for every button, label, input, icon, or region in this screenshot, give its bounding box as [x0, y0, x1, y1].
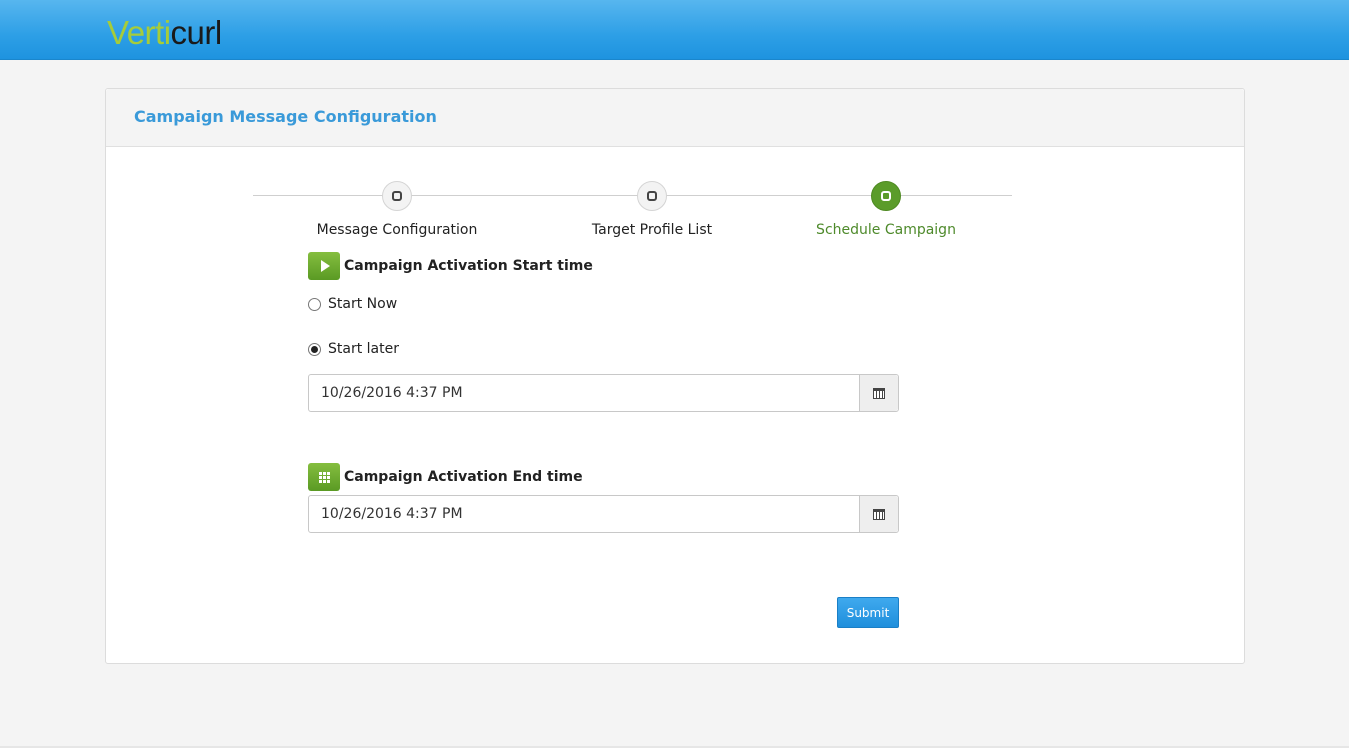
start-calendar-button[interactable] [859, 375, 898, 411]
page-title: Campaign Message Configuration [134, 107, 437, 126]
start-later-option[interactable]: Start later [308, 341, 399, 357]
step-label-target-profile-list[interactable]: Target Profile List [592, 222, 712, 238]
logo-text-part1: Verti [107, 14, 171, 51]
start-now-option[interactable]: Start Now [308, 296, 397, 312]
step-circle-icon [881, 191, 891, 201]
step-2-indicator[interactable] [637, 181, 667, 211]
start-datetime-picker [308, 374, 899, 412]
verticurl-logo[interactable]: Verticurl [107, 13, 222, 53]
start-time-section-header: Campaign Activation Start time [308, 252, 593, 280]
step-label-schedule-campaign[interactable]: Schedule Campaign [816, 222, 956, 238]
play-icon [308, 252, 340, 280]
step-3-indicator[interactable] [871, 181, 901, 211]
start-later-radio[interactable] [308, 342, 321, 356]
step-circle-icon [392, 191, 402, 201]
calendar-icon [873, 387, 885, 399]
grid-icon [308, 463, 340, 491]
start-now-label[interactable]: Start Now [328, 296, 397, 312]
end-datetime-picker [308, 495, 899, 533]
start-now-radio[interactable] [308, 297, 321, 311]
end-calendar-button[interactable] [859, 496, 898, 532]
step-label-message-configuration[interactable]: Message Configuration [317, 222, 478, 238]
end-time-section-title: Campaign Activation End time [344, 469, 583, 485]
start-datetime-input[interactable] [309, 375, 859, 411]
start-later-label[interactable]: Start later [328, 341, 399, 357]
start-time-section-title: Campaign Activation Start time [344, 258, 593, 274]
campaign-config-panel: Campaign Message Configuration Message C… [105, 88, 1245, 664]
step-1-indicator[interactable] [382, 181, 412, 211]
panel-header: Campaign Message Configuration [106, 89, 1244, 147]
end-time-section-header: Campaign Activation End time [308, 463, 583, 491]
calendar-icon [873, 508, 885, 520]
submit-button[interactable]: Submit [837, 597, 899, 628]
end-datetime-input[interactable] [309, 496, 859, 532]
top-header-bar: Verticurl [0, 0, 1349, 60]
logo-text-part2: curl [170, 14, 223, 51]
step-circle-icon [647, 191, 657, 201]
